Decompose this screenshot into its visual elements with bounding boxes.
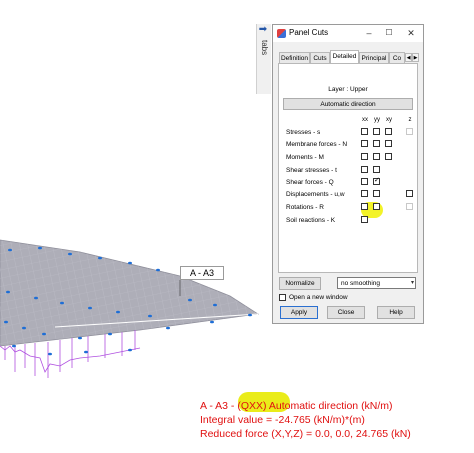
tab-scroll-right-icon[interactable]: ▶	[412, 53, 419, 62]
cut-label[interactable]: A - A3	[180, 266, 224, 280]
checkbox-xx-7[interactable]	[361, 203, 368, 210]
open-new-window-checkbox[interactable]	[279, 294, 286, 301]
close-button[interactable]: Close	[327, 306, 365, 319]
row-label-moments: Moments - M	[286, 154, 324, 161]
checkbox-yy-4[interactable]	[373, 166, 380, 173]
tab-co[interactable]: Co	[389, 52, 405, 63]
checkbox-z-7	[406, 203, 413, 210]
tab-principal[interactable]: Principal	[359, 52, 389, 63]
apply-button[interactable]: Apply	[280, 306, 318, 319]
column-header-xx: xx	[362, 117, 368, 123]
checkbox-yy-6[interactable]	[373, 190, 380, 197]
checkbox-xx-4[interactable]	[361, 166, 368, 173]
row-label-rotations: Rotations - R	[286, 204, 324, 211]
checkbox-xx-5[interactable]	[361, 178, 368, 185]
open-new-window-label: Open a new window	[289, 294, 348, 301]
checkbox-z-1	[406, 128, 413, 135]
checkbox-xx-3[interactable]	[361, 153, 368, 160]
checkbox-xy-3[interactable]	[385, 153, 392, 160]
chevron-down-icon[interactable]: ▾	[411, 278, 414, 289]
checkbox-yy-5[interactable]	[373, 176, 380, 185]
checkbox-yy-1[interactable]	[373, 128, 380, 135]
maximize-icon[interactable]: ☐	[383, 27, 395, 39]
result-line-title: A - A3 - (QXX) Automatic direction (kN/m…	[200, 400, 393, 412]
column-header-xy: xy	[386, 117, 392, 123]
dialog-title: Panel Cuts	[289, 28, 329, 37]
checkbox-xx-2[interactable]	[361, 140, 368, 147]
checkbox-xx-6[interactable]	[361, 190, 368, 197]
tab-cuts[interactable]: Cuts	[310, 52, 330, 63]
checkbox-z-6[interactable]	[406, 190, 413, 197]
checkbox-xx-1[interactable]	[361, 128, 368, 135]
normalize-button[interactable]: Normalize	[279, 277, 321, 290]
side-tabs-label[interactable]: tabs	[257, 40, 269, 55]
checkbox-yy-7[interactable]	[373, 203, 380, 210]
minimize-icon[interactable]: –	[363, 27, 375, 39]
layer-label: Layer : Upper	[328, 86, 368, 93]
result-line-reduced-force: Reduced force (X,Y,Z) = 0.0, 0.0, 24.765…	[200, 428, 411, 440]
column-header-yy: yy	[374, 117, 380, 123]
panel-cuts-dialog: Panel Cuts – ☐ ✕ Definition Cuts Detaile…	[272, 24, 424, 324]
checkbox-xx-8[interactable]	[361, 216, 368, 223]
close-icon[interactable]: ✕	[405, 27, 417, 39]
row-label-membrane-forces: Membrane forces - N	[286, 141, 348, 148]
help-button[interactable]: Help	[377, 306, 415, 319]
automatic-direction-button[interactable]: Automatic direction	[283, 98, 413, 110]
slab-mesh	[0, 240, 258, 346]
tab-detailed[interactable]: Detailed	[330, 50, 359, 64]
row-label-displacements: Displacements - u,w	[286, 191, 345, 198]
smoothing-select[interactable]: no smoothing ▾	[337, 277, 416, 289]
row-label-stresses: Stresses - s	[286, 129, 321, 136]
checkbox-yy-3[interactable]	[373, 153, 380, 160]
checkbox-xy-2[interactable]	[385, 140, 392, 147]
pin-arrow-icon[interactable]: ➡	[256, 24, 270, 36]
detailed-panel: Layer : Upper Automatic direction xx yy …	[278, 63, 418, 273]
row-label-soil-reactions: Soil reactions - K	[286, 217, 336, 224]
dialog-titlebar[interactable]: Panel Cuts – ☐ ✕	[273, 25, 423, 42]
checkbox-yy-2[interactable]	[373, 140, 380, 147]
app-icon	[277, 29, 286, 38]
smoothing-value: no smoothing	[341, 280, 381, 287]
row-label-shear-forces: Shear forces - Q	[286, 179, 334, 186]
tab-definition[interactable]: Definition	[279, 52, 310, 63]
checkbox-xy-1[interactable]	[385, 128, 392, 135]
row-label-shear-stresses: Shear stresses - t	[286, 167, 337, 174]
column-header-z: z	[408, 117, 412, 123]
result-line-integral: Integral value = -24.765 (kN/m)*(m)	[200, 414, 365, 426]
tab-scroll-left-icon[interactable]: ◀	[405, 53, 412, 62]
